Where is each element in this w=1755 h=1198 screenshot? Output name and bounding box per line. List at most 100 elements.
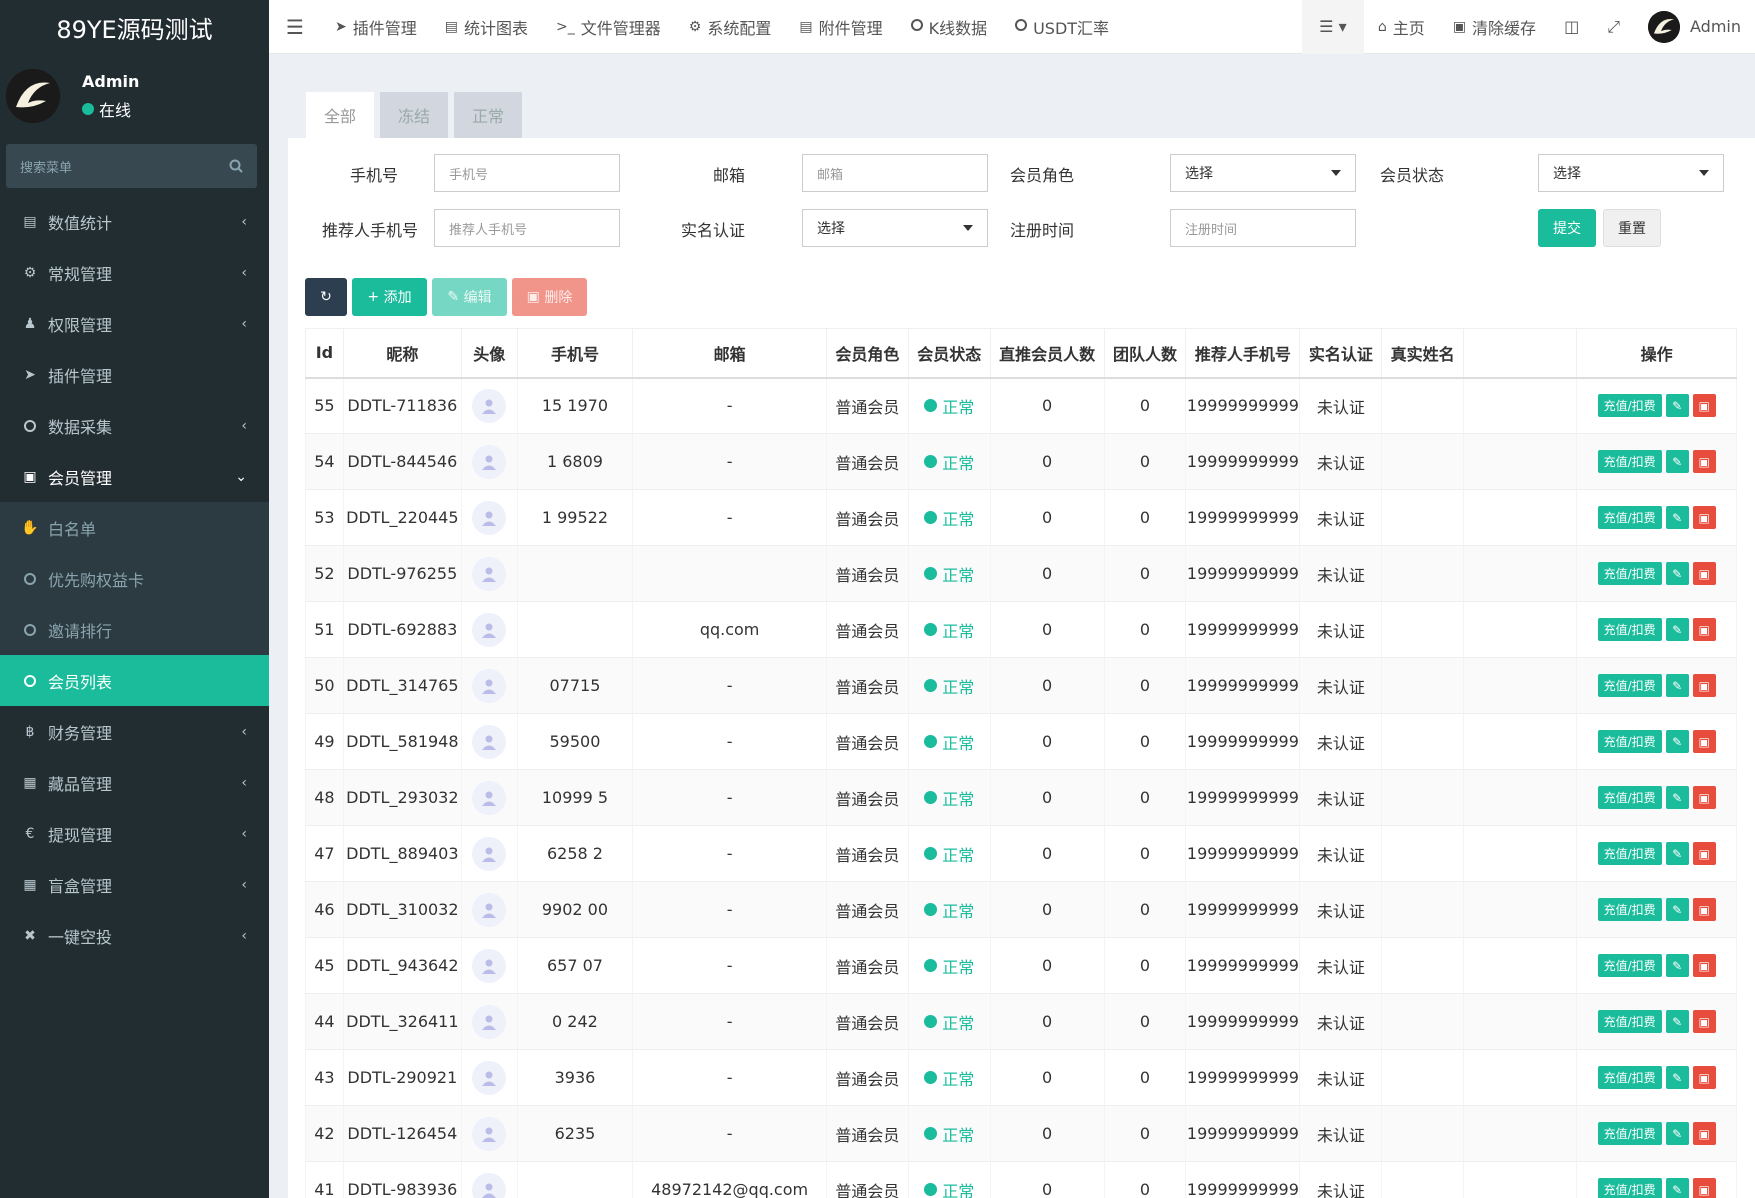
sidebar-item-blindbox[interactable]: ▦ 盲盒管理 ‹ <box>0 859 269 910</box>
table-row[interactable]: 49 DDTL_581948 59500- 普通会员 正常 0 0 19999999999 未认… <box>305 713 1737 770</box>
search-icon[interactable] <box>229 159 243 173</box>
sidebar-item-auth[interactable]: ♟ 权限管理 ‹ <box>0 298 269 349</box>
edit-row-button[interactable]: ✎ <box>1665 842 1689 865</box>
topnav-clear-cache[interactable]: ▣ 清除缓存 <box>1439 0 1550 54</box>
phone-field[interactable]: 手机号 <box>434 154 620 192</box>
auth-select[interactable]: 选择 <box>802 209 988 247</box>
sidebar-item-general[interactable]: ⚙ 常规管理 ‹ <box>0 247 269 298</box>
sidebar-item-finance[interactable]: ฿ 财务管理 ‹ <box>0 706 269 757</box>
charge-button[interactable]: 充值/扣费 <box>1597 1010 1662 1033</box>
edit-row-button[interactable]: ✎ <box>1665 730 1689 753</box>
state-select[interactable]: 选择 <box>1538 154 1724 192</box>
user-avatar-icon[interactable] <box>472 1116 507 1151</box>
table-row[interactable]: 42 DDTL-126454 6235- 普通会员 正常 0 0 19999999999 未认证… <box>305 1105 1737 1162</box>
charge-button[interactable]: 充值/扣费 <box>1597 562 1662 585</box>
delete-row-button[interactable]: ▣ <box>1692 450 1716 473</box>
sidebar-item-airdrop[interactable]: ✖ 一键空投 ‹ <box>0 910 269 961</box>
user-avatar-icon[interactable] <box>472 780 507 815</box>
edit-row-button[interactable]: ✎ <box>1665 562 1689 585</box>
email-field[interactable]: 邮箱 <box>802 154 988 192</box>
topnav-plugins[interactable]: ➤ 插件管理 <box>321 0 431 54</box>
topnav-config[interactable]: ⚙ 系统配置 <box>675 0 786 54</box>
edit-row-button[interactable]: ✎ <box>1665 506 1689 529</box>
delete-row-button[interactable]: ▣ <box>1692 1066 1716 1089</box>
topnav-admin[interactable]: Admin <box>1634 0 1755 54</box>
delete-row-button[interactable]: ▣ <box>1692 394 1716 418</box>
refresh-button[interactable]: ↻ <box>305 278 347 316</box>
charge-button[interactable]: 充值/扣费 <box>1597 730 1662 753</box>
delete-row-button[interactable]: ▣ <box>1692 1122 1716 1145</box>
menu-search[interactable]: 搜索菜单 <box>6 144 257 188</box>
sidebar-item-withdraw[interactable]: € 提现管理 ‹ <box>0 808 269 859</box>
col-id[interactable]: Id <box>305 328 344 379</box>
tab-frozen[interactable]: 冻结 <box>380 92 449 138</box>
user-avatar-icon[interactable] <box>472 388 507 423</box>
charge-button[interactable]: 充值/扣费 <box>1597 450 1662 473</box>
edit-row-button[interactable]: ✎ <box>1665 450 1689 473</box>
submit-button[interactable]: 提交 <box>1538 209 1596 247</box>
user-avatar-icon[interactable] <box>472 612 507 647</box>
edit-row-button[interactable]: ✎ <box>1665 618 1689 641</box>
charge-button[interactable]: 充值/扣费 <box>1597 898 1662 921</box>
table-row[interactable]: 52 DDTL-976255 普通会员 正常 0 0 19999999999 未认证 充值/扣费… <box>305 545 1737 602</box>
table-row[interactable]: 48 DDTL_293032 10999 5- 普通会员 正常 0 0 19999999999… <box>305 769 1737 826</box>
delete-row-button[interactable]: ▣ <box>1692 506 1716 529</box>
edit-row-button[interactable]: ✎ <box>1665 1178 1689 1198</box>
charge-button[interactable]: 充值/扣费 <box>1597 1178 1662 1198</box>
edit-row-button[interactable]: ✎ <box>1665 394 1689 418</box>
sidebar-item-whitelist[interactable]: ✋ 白名单 <box>0 502 269 553</box>
delete-row-button[interactable]: ▣ <box>1692 1178 1716 1198</box>
delete-row-button[interactable]: ▣ <box>1692 674 1716 697</box>
ref-phone-field[interactable]: 推荐人手机号 <box>434 209 620 247</box>
charge-button[interactable]: 充值/扣费 <box>1597 842 1662 865</box>
edit-row-button[interactable]: ✎ <box>1665 1010 1689 1033</box>
edit-row-button[interactable]: ✎ <box>1665 954 1689 977</box>
charge-button[interactable]: 充值/扣费 <box>1597 1122 1662 1145</box>
topnav-usdt[interactable]: USDT汇率 <box>1001 0 1123 54</box>
user-avatar-icon[interactable] <box>472 948 507 983</box>
sidebar-item-collection[interactable]: ▦ 藏品管理 ‹ <box>0 757 269 808</box>
role-select[interactable]: 选择 <box>1170 154 1356 192</box>
sidebar-item-plugins[interactable]: ➤ 插件管理 <box>0 349 269 400</box>
delete-row-button[interactable]: ▣ <box>1692 954 1716 977</box>
topnav-kline[interactable]: K线数据 <box>897 0 1002 54</box>
edit-button[interactable]: ✎ 编辑 <box>432 278 507 316</box>
edit-row-button[interactable]: ✎ <box>1665 1066 1689 1089</box>
charge-button[interactable]: 充值/扣费 <box>1597 786 1662 809</box>
table-row[interactable]: 55 DDTL-711836 15 1970- 普通会员 正常 0 0 19999999999… <box>305 377 1737 434</box>
edit-row-button[interactable]: ✎ <box>1665 1122 1689 1145</box>
delete-row-button[interactable]: ▣ <box>1692 618 1716 641</box>
user-avatar-icon[interactable] <box>472 836 507 871</box>
menu-toggle-icon[interactable]: ☰ <box>269 0 321 54</box>
user-avatar-icon[interactable] <box>472 724 507 759</box>
delete-button[interactable]: ▣ 删除 <box>512 278 587 316</box>
sidebar-item-invite-rank[interactable]: 邀请排行 <box>0 604 269 655</box>
topnav-files[interactable]: >_ 文件管理器 <box>542 0 675 54</box>
delete-row-button[interactable]: ▣ <box>1692 842 1716 865</box>
edit-row-button[interactable]: ✎ <box>1665 674 1689 697</box>
sidebar-item-member-list[interactable]: 会员列表 <box>0 655 269 706</box>
user-avatar-icon[interactable] <box>472 1004 507 1039</box>
reg-time-field[interactable]: 注册时间 <box>1170 209 1356 247</box>
user-avatar-icon[interactable] <box>472 1172 507 1198</box>
table-row[interactable]: 46 DDTL_310032 9902 00- 普通会员 正常 0 0 19999999999… <box>305 881 1737 938</box>
sidebar-item-collect[interactable]: 数据采集 ‹ <box>0 400 269 451</box>
table-row[interactable]: 53 DDTL_220445 1 99522- 普通会员 正常 0 0 19999999999… <box>305 489 1737 546</box>
language-icon[interactable]: ◫ <box>1550 0 1593 54</box>
charge-button[interactable]: 充值/扣费 <box>1597 506 1662 529</box>
topnav-charts[interactable]: ▤ 统计图表 <box>431 0 542 54</box>
user-avatar-icon[interactable] <box>472 556 507 591</box>
user-avatar-icon[interactable] <box>472 1060 507 1095</box>
user-avatar-icon[interactable] <box>472 444 507 479</box>
add-button[interactable]: + 添加 <box>352 278 427 316</box>
topnav-home[interactable]: ⌂ 主页 <box>1364 0 1439 54</box>
sidebar-item-stats[interactable]: ▤ 数值统计 ‹ <box>0 196 269 247</box>
delete-row-button[interactable]: ▣ <box>1692 562 1716 585</box>
sidebar-item-members[interactable]: ▣ 会员管理 ⌄ <box>0 451 269 502</box>
edit-row-button[interactable]: ✎ <box>1665 898 1689 921</box>
charge-button[interactable]: 充值/扣费 <box>1597 618 1662 641</box>
edit-row-button[interactable]: ✎ <box>1665 786 1689 809</box>
user-avatar-icon[interactable] <box>472 892 507 927</box>
app-title[interactable]: 89YE源码测试 <box>0 0 269 54</box>
delete-row-button[interactable]: ▣ <box>1692 730 1716 753</box>
